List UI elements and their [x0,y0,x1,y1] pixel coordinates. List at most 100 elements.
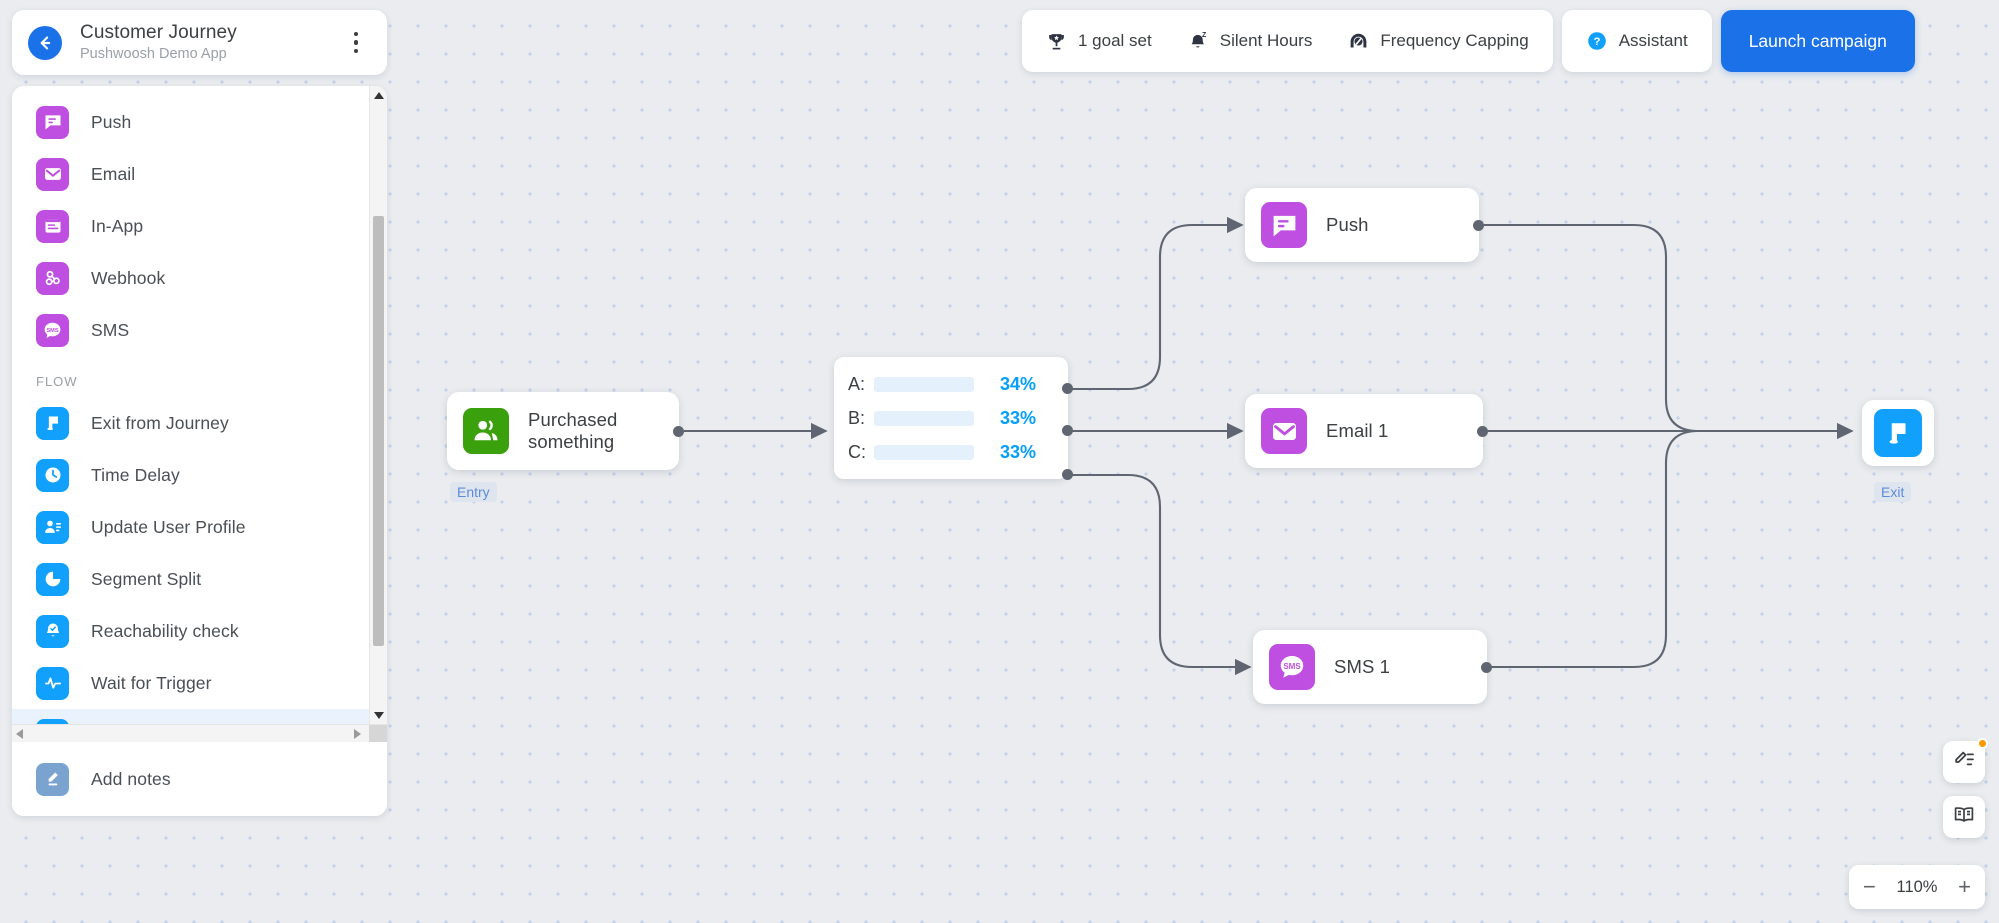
silent-hours-label: Silent Hours [1219,31,1313,50]
bell-check-icon [36,614,69,648]
entry-badge: Entry [450,482,497,502]
entry-node-label-line2: something [528,431,615,452]
scroll-left-arrow-icon[interactable] [16,728,23,739]
sidebar-item-email[interactable]: Email [12,148,387,200]
sidebar-vertical-scrollbar[interactable] [369,86,387,724]
branch-c-output-port[interactable] [1062,469,1073,480]
launch-campaign-label: Launch campaign [1748,30,1887,51]
scroll-down-arrow-icon[interactable] [370,706,387,724]
zoom-out-button[interactable]: − [1863,876,1876,898]
in-app-icon [36,209,69,243]
branch-b-output-port[interactable] [1062,425,1073,436]
sms-node-output-port[interactable] [1481,662,1492,673]
split-branch-row[interactable]: B: 33% [848,401,1054,435]
kebab-menu-icon[interactable] [343,26,369,60]
sidebar-group-flow-label: FLOW [36,374,78,389]
svg-text:Z: Z [1202,32,1207,39]
entry-node-label-line1: Purchased [528,409,618,430]
frequency-capping-button[interactable]: Frequency Capping [1330,10,1546,72]
svg-text:SMS: SMS [46,327,58,333]
sms-node[interactable]: SMS SMS 1 [1253,630,1492,704]
sidebar-item-push[interactable]: Push [12,96,387,148]
sidebar-item-label: Reachability check [91,620,239,641]
docs-button[interactable] [1943,796,1985,838]
clock-icon [36,458,69,492]
toolbar-assistant-group: ? Assistant [1561,10,1712,72]
branch-percent: 33% [999,407,1036,428]
svg-text:SMS: SMS [1283,662,1301,671]
page-title: Customer Journey [80,22,237,43]
sidebar-horizontal-scrollbar[interactable] [12,724,387,742]
sidebar-item-exit-from-journey[interactable]: Exit from Journey [12,397,387,449]
sidebar-item-in-app[interactable]: In-App [12,200,387,252]
blocks-sidebar: Push Email In-App Webhook SMS SMS FLOW E… [12,86,387,816]
ab-split-node[interactable]: A: 34% B: 33% C: 33% [834,357,1073,480]
branch-percent: 33% [999,441,1036,462]
entry-node[interactable]: Purchased something [447,392,684,470]
sidebar-footer-label: Add notes [91,768,171,789]
push-node-output-port[interactable] [1473,220,1484,231]
flag-icon [36,406,69,440]
sidebar-scroll-area: Push Email In-App Webhook SMS SMS FLOW E… [12,86,387,724]
scroll-up-arrow-icon[interactable] [370,86,387,104]
email-node[interactable]: Email 1 [1245,394,1488,468]
back-button[interactable] [28,25,62,60]
sidebar-item-label: Exit from Journey [91,412,229,433]
book-icon [1952,803,1976,832]
split-branch-row[interactable]: C: 33% [848,435,1054,469]
assistant-label: Assistant [1618,31,1688,50]
pulse-icon [36,666,69,700]
sidebar-item-label: Webhook [91,267,166,288]
email-node-output-port[interactable] [1477,426,1488,437]
flag-icon [1874,409,1922,457]
sidebar-item-update-user-profile[interactable]: Update User Profile [12,501,387,553]
scroll-thumb[interactable] [373,216,384,646]
sidebar-item-add-notes[interactable]: Add notes [12,742,387,816]
journey-builder-canvas: Customer Journey Pushwoosh Demo App Push [0,0,1999,923]
svg-text:?: ? [1593,36,1600,48]
sidebar-item-sms[interactable]: SMS SMS [12,304,387,356]
branch-key: A: [848,373,866,394]
scroll-right-arrow-icon[interactable] [354,728,361,739]
toolbar-settings-group: 1 goal set Z Silent Hours Frequency Capp… [1022,10,1553,72]
zoom-in-button[interactable]: + [1958,876,1971,898]
arrow-left-icon [35,33,55,53]
split-branch-row[interactable]: A: 34% [848,367,1054,401]
push-icon [36,105,69,139]
entry-node-output-port[interactable] [673,426,684,437]
sidebar-item-wait-for-trigger[interactable]: Wait for Trigger [12,657,387,709]
edit-notes-button[interactable] [1943,738,1988,783]
silent-hours-button[interactable]: Z Silent Hours [1170,10,1331,72]
trophy-icon [1046,31,1067,52]
sidebar-item-webhook[interactable]: Webhook [12,252,387,304]
notes-edit-icon [1952,748,1976,777]
header-text-block: Customer Journey Pushwoosh Demo App [80,21,343,64]
branch-a-output-port[interactable] [1062,383,1073,394]
audience-icon [463,408,509,454]
goal-label: 1 goal set [1078,31,1152,50]
push-node[interactable]: Push [1245,188,1484,262]
question-circle-icon: ? [1586,30,1608,52]
assistant-button[interactable]: ? Assistant [1568,10,1706,72]
email-icon [1261,408,1307,454]
sidebar-item-ab-n-split[interactable]: A/B/n Split [12,709,387,724]
exit-node[interactable] [1862,400,1934,466]
branch-bar-track [874,444,974,460]
bell-sleep-icon: Z [1188,31,1209,52]
sidebar-item-segment-split[interactable]: Segment Split [12,553,387,605]
sidebar-item-reachability-check[interactable]: Reachability check [12,605,387,657]
zoom-level-value: 110% [1896,877,1938,896]
sidebar-item-label: Wait for Trigger [91,672,212,693]
page-subtitle: Pushwoosh Demo App [80,46,227,62]
sidebar-item-label: SMS [91,319,130,340]
branch-bar-track [874,376,974,392]
user-edit-icon [36,510,69,544]
sidebar-item-label: Segment Split [91,568,202,589]
sidebar-item-time-delay[interactable]: Time Delay [12,449,387,501]
segment-split-icon [36,562,69,596]
frequency-capping-label: Frequency Capping [1380,31,1529,50]
exit-badge: Exit [1874,482,1912,502]
scrollbar-corner [369,725,387,742]
launch-campaign-button[interactable]: Launch campaign [1720,10,1915,72]
goal-button[interactable]: 1 goal set [1028,10,1170,72]
